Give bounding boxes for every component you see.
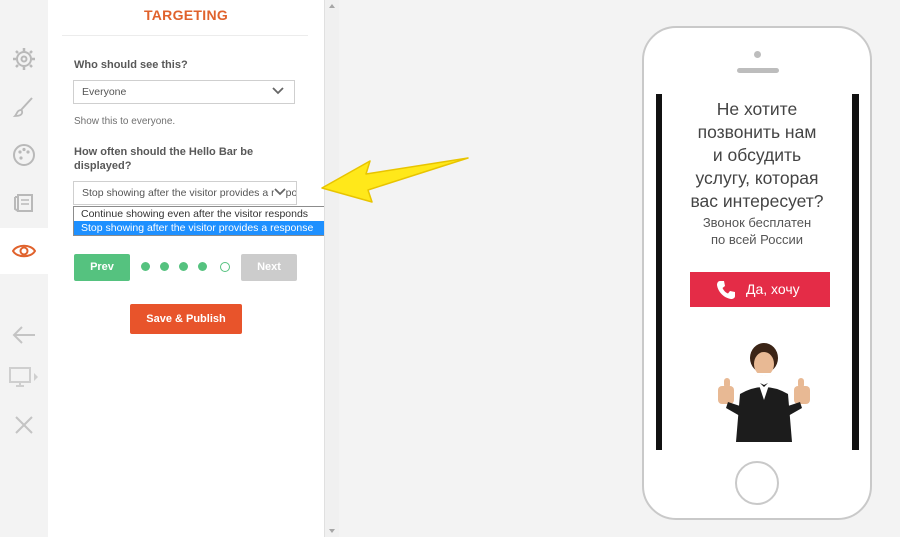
home-button: [735, 461, 779, 505]
content-tab[interactable]: [0, 180, 48, 226]
phone-call-icon: [717, 281, 735, 299]
hello-bar-preview: Не хотите позвонить нам и обсудить услуг…: [662, 94, 852, 450]
prev-button[interactable]: Prev: [74, 254, 130, 281]
subtext-line: по всей России: [710, 232, 804, 247]
device-toggle[interactable]: [0, 354, 48, 400]
content-icon: [14, 194, 33, 212]
speaker-grille: [737, 68, 779, 73]
phone-screen: Не хотите позвонить нам и обсудить услуг…: [656, 94, 859, 450]
colors-tab[interactable]: [0, 132, 48, 178]
step-dot[interactable]: [160, 262, 169, 271]
audience-select[interactable]: Everyone: [73, 80, 295, 104]
preview-cta-button[interactable]: Да, хочу: [690, 272, 830, 307]
palette-icon: [13, 144, 35, 166]
step-dot[interactable]: [198, 262, 207, 271]
headline-line: Не хотите: [716, 99, 798, 119]
chevron-down-icon: [274, 188, 286, 196]
cta-label: Да, хочу: [746, 281, 800, 297]
frequency-label: How often should the Hello Bar be displa…: [74, 145, 253, 173]
phone-preview: Не хотите позвонить нам и обсудить услуг…: [642, 26, 872, 520]
frequency-option[interactable]: Continue showing even after the visitor …: [74, 207, 324, 221]
save-publish-button[interactable]: Save & Publish: [130, 304, 242, 334]
desktop-icon: [9, 367, 38, 387]
chevron-down-icon: [272, 87, 284, 95]
step-dot-current[interactable]: [220, 262, 230, 272]
camera-icon: [754, 51, 761, 58]
panel-scrollbar[interactable]: [324, 0, 339, 537]
preview-subtext: Звонок бесплатен по всей России: [662, 214, 852, 248]
headline-line: и обсудить: [712, 145, 802, 165]
next-button[interactable]: Next: [241, 254, 297, 281]
frequency-label-line1: How often should the Hello Bar be: [74, 146, 254, 158]
preview-headline: Не хотите позвонить нам и обсудить услуг…: [662, 98, 852, 213]
scroll-up-icon[interactable]: [329, 4, 335, 8]
subtext-line: Звонок бесплатен: [702, 215, 812, 230]
sidebar-rail: [0, 0, 48, 537]
close-icon: [15, 416, 33, 434]
targeting-panel: TARGETING Who should see this? Everyone …: [48, 0, 325, 537]
brush-icon: [12, 97, 33, 117]
headline-line: вас интересует?: [690, 191, 824, 211]
step-dot[interactable]: [179, 262, 188, 271]
back-button[interactable]: [0, 312, 48, 358]
eye-icon: [12, 244, 36, 258]
frequency-dropdown-list: Continue showing even after the visitor …: [73, 206, 325, 236]
panel-title: TARGETING: [143, 7, 229, 23]
audience-help-text: Show this to everyone.: [74, 116, 176, 127]
frequency-select[interactable]: Stop showing after the visitor provides …: [73, 181, 297, 205]
gear-icon: [13, 48, 35, 70]
frequency-label-line2: displayed?: [74, 160, 132, 172]
audience-select-value: Everyone: [82, 86, 127, 98]
close-button[interactable]: [0, 402, 48, 448]
headline-line: позвонить нам: [697, 122, 817, 142]
who-label: Who should see this?: [74, 59, 188, 71]
style-tab[interactable]: [0, 84, 48, 130]
frequency-option-selected[interactable]: Stop showing after the visitor provides …: [74, 221, 324, 235]
divider: [62, 35, 308, 36]
back-arrow-icon: [12, 326, 35, 344]
thumbs-up-person-image: [718, 343, 810, 442]
headline-line: услугу, которая: [695, 168, 819, 188]
scroll-down-icon[interactable]: [329, 529, 335, 533]
pointer-arrow-icon: [321, 157, 469, 203]
frequency-select-value: Stop showing after the visitor provides …: [82, 187, 297, 199]
targeting-tab[interactable]: [0, 228, 48, 274]
settings-tab[interactable]: [0, 36, 48, 82]
step-dot[interactable]: [141, 262, 150, 271]
